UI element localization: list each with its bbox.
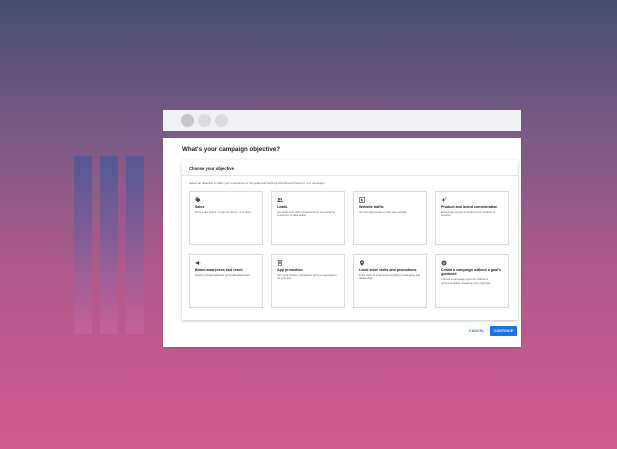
objective-card-leads[interactable]: Leads Get leads and other conversions by… xyxy=(271,191,345,245)
continue-button[interactable]: CONTINUE xyxy=(490,326,517,336)
objective-card-website-traffic[interactable]: Website traffic Get the right people to … xyxy=(353,191,427,245)
objective-description: Encourage people to explore your product… xyxy=(441,210,496,218)
objective-description: Choose a campaign type first, without a … xyxy=(441,278,491,285)
tag-icon xyxy=(195,197,257,204)
megaphone-icon xyxy=(195,260,257,267)
objective-card-brand-awareness[interactable]: Brand awareness and reach Reach a broad … xyxy=(189,254,263,308)
browser-window-bar xyxy=(163,110,521,131)
objective-section: Choose your objective Select an objectiv… xyxy=(182,160,518,320)
objective-title: Create a campaign without a goal's guida… xyxy=(441,268,501,277)
cursor-click-icon xyxy=(359,197,421,204)
campaign-objective-panel: What's your campaign objective? Choose y… xyxy=(163,138,521,347)
objective-title: Brand awareness and reach xyxy=(195,268,243,272)
phone-icon xyxy=(277,260,339,267)
window-dot xyxy=(181,114,194,127)
page-title: What's your campaign objective? xyxy=(182,146,281,153)
sparkle-icon xyxy=(441,197,503,204)
objective-title: Website traffic xyxy=(359,205,384,209)
objective-title: Local store visits and promotions xyxy=(359,268,417,272)
window-dot xyxy=(198,114,211,127)
decorative-bar xyxy=(126,156,144,334)
decorative-bars xyxy=(74,156,144,334)
objective-description: Get leads and other conversions by encou… xyxy=(277,210,335,218)
cancel-button[interactable]: CANCEL xyxy=(469,329,484,333)
objective-title: Product and brand consideration xyxy=(441,205,498,209)
decorative-bar xyxy=(100,156,118,334)
objective-description: Get more installs, interactions and pre-… xyxy=(277,273,337,281)
objective-card-local-store-visits[interactable]: Local store visits and promotions Drive … xyxy=(353,254,427,308)
objective-card-no-goal[interactable]: Create a campaign without a goal's guida… xyxy=(435,254,509,308)
location-pin-icon xyxy=(359,260,421,267)
objective-title: Sales xyxy=(195,205,205,209)
objective-description: Get the right people to visit your websi… xyxy=(359,210,407,214)
objective-card-sales[interactable]: Sales Drive sales online, in app, by pho… xyxy=(189,191,263,245)
window-dot xyxy=(215,114,228,127)
objective-description: Reach a broad audience and build awarene… xyxy=(195,273,250,277)
objective-title: App promotion xyxy=(277,268,303,272)
section-title: Choose your objective xyxy=(189,166,234,171)
people-icon xyxy=(277,197,339,204)
gear-icon xyxy=(441,260,503,267)
objective-card-app-promotion[interactable]: App promotion Get more installs, interac… xyxy=(271,254,345,308)
decorative-bar xyxy=(74,156,92,334)
section-divider xyxy=(182,175,518,176)
instructions-text: Select an objective to tailor your exper… xyxy=(189,181,325,185)
objective-title: Leads xyxy=(277,205,288,209)
objective-card-product-brand-consideration[interactable]: Product and brand consideration Encourag… xyxy=(435,191,509,245)
objective-description: Drive visits to local stores including r… xyxy=(359,273,421,281)
objective-description: Drive sales online, in app, by phone, or… xyxy=(195,210,252,214)
